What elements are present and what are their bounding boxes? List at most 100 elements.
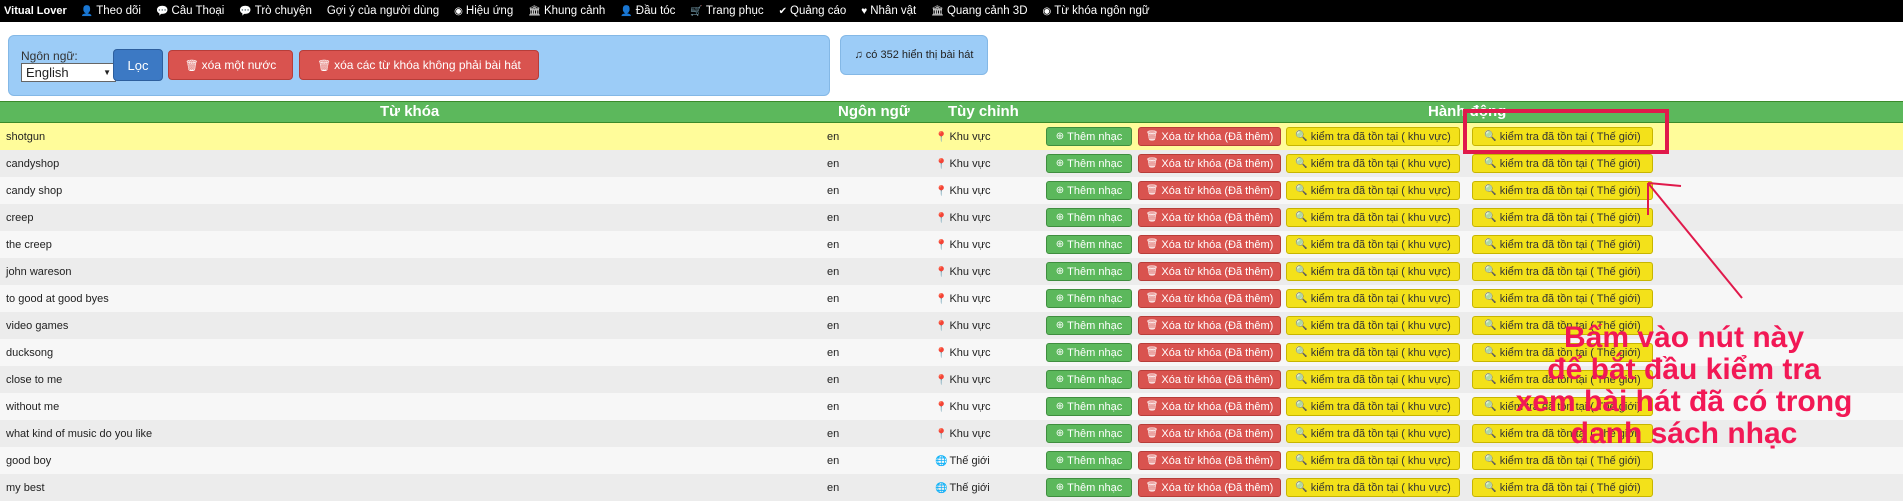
add-music-button[interactable]: ⊕ Thêm nhạc (1046, 289, 1132, 308)
delete-keyword-button[interactable]: 🗑 Xóa từ khóa (Đã thêm) (1138, 154, 1281, 173)
check-exists-region-button[interactable]: 🔍 kiểm tra đã tồn tại ( khu vực) (1286, 316, 1460, 335)
check-exists-region-button[interactable]: 🔍 kiểm tra đã tồn tại ( khu vực) (1286, 154, 1460, 173)
nav-item[interactable]: Gợi ý của người dùng (327, 5, 439, 17)
delete-country-button[interactable]: 🗑 xóa một nước (168, 50, 293, 80)
check-exists-world-button[interactable]: 🔍 kiểm tra đã tồn tại ( Thế giới) (1472, 289, 1653, 308)
add-music-button[interactable]: ⊕ Thêm nhạc (1046, 397, 1132, 416)
keyword-cell: what kind of music do you like (6, 428, 153, 440)
nav-item[interactable]: 🛒 Trang phục (690, 5, 763, 17)
nav-icon: ◉ (1042, 5, 1052, 17)
delete-keyword-button[interactable]: 🗑 Xóa từ khóa (Đã thêm) (1138, 316, 1281, 335)
check-exists-region-label: kiểm tra đã tồn tại ( khu vực) (1310, 157, 1451, 170)
delete-keyword-button[interactable]: 🗑 Xóa từ khóa (Đã thêm) (1138, 451, 1281, 470)
delete-keyword-button[interactable]: 🗑 Xóa từ khóa (Đã thêm) (1138, 208, 1281, 227)
brand-logo[interactable]: Vitual Lover (4, 5, 67, 17)
add-music-button[interactable]: ⊕ Thêm nhạc (1046, 262, 1132, 281)
delete-keyword-button[interactable]: 🗑 Xóa từ khóa (Đã thêm) (1138, 424, 1281, 443)
scope-cell: 📍 Khu vực (935, 374, 990, 386)
delete-keyword-button[interactable]: 🗑 Xóa từ khóa (Đã thêm) (1138, 262, 1281, 281)
add-music-button[interactable]: ⊕ Thêm nhạc (1046, 370, 1132, 389)
check-exists-region-label: kiểm tra đã tồn tại ( khu vực) (1310, 130, 1451, 143)
add-music-label: Thêm nhạc (1067, 184, 1123, 197)
globe-icon: 🌐 (935, 455, 948, 467)
language-select[interactable]: English ▼ (21, 63, 116, 82)
add-music-button[interactable]: ⊕ Thêm nhạc (1046, 478, 1132, 497)
delete-keyword-label: Xóa từ khóa (Đã thêm) (1161, 130, 1274, 143)
check-exists-region-label: kiểm tra đã tồn tại ( khu vực) (1310, 373, 1451, 386)
add-music-button[interactable]: ⊕ Thêm nhạc (1046, 208, 1132, 227)
check-exists-region-button[interactable]: 🔍 kiểm tra đã tồn tại ( khu vực) (1286, 451, 1460, 470)
delete-keyword-button[interactable]: 🗑 Xóa từ khóa (Đã thêm) (1138, 397, 1281, 416)
nav-item-label: Quang cảnh 3D (946, 5, 1028, 17)
trash-icon: 🗑 (1145, 293, 1159, 304)
language-cell: en (827, 185, 840, 197)
add-music-button[interactable]: ⊕ Thêm nhạc (1046, 181, 1132, 200)
add-music-button[interactable]: ⊕ Thêm nhạc (1046, 424, 1132, 443)
check-exists-region-button[interactable]: 🔍 kiểm tra đã tồn tại ( khu vực) (1286, 424, 1460, 443)
filter-button[interactable]: Lọc (113, 49, 163, 81)
nav-icon: 💬 (239, 5, 252, 17)
check-exists-region-button[interactable]: 🔍 kiểm tra đã tồn tại ( khu vực) (1286, 208, 1460, 227)
delete-keyword-button[interactable]: 🗑 Xóa từ khóa (Đã thêm) (1138, 289, 1281, 308)
delete-non-song-button[interactable]: 🗑 xóa các từ khóa không phải bài hát (299, 50, 539, 80)
check-exists-region-button[interactable]: 🔍 kiểm tra đã tồn tại ( khu vực) (1286, 289, 1460, 308)
add-music-button[interactable]: ⊕ Thêm nhạc (1046, 451, 1132, 470)
search-icon: 🔍 (1484, 293, 1497, 304)
check-exists-world-button[interactable]: 🔍 kiểm tra đã tồn tại ( Thế giới) (1472, 478, 1653, 497)
delete-keyword-button[interactable]: 🗑 Xóa từ khóa (Đã thêm) (1138, 235, 1281, 254)
nav-item-label: Trang phục (705, 5, 764, 17)
check-exists-region-button[interactable]: 🔍 kiểm tra đã tồn tại ( khu vực) (1286, 181, 1460, 200)
add-music-button[interactable]: ⊕ Thêm nhạc (1046, 343, 1132, 362)
delete-keyword-button[interactable]: 🗑 Xóa từ khóa (Đã thêm) (1138, 343, 1281, 362)
check-exists-region-button[interactable]: 🔍 kiểm tra đã tồn tại ( khu vực) (1286, 478, 1460, 497)
nav-item[interactable]: 💬 Trò chuyện (239, 5, 312, 17)
check-exists-world-button[interactable]: 🔍 kiểm tra đã tồn tại ( Thế giới) (1472, 235, 1653, 254)
nav-item[interactable]: 🏛 Khung cảnh (528, 5, 605, 17)
search-icon: 🔍 (1484, 158, 1497, 169)
trash-icon: 🗑 (1145, 455, 1159, 466)
check-exists-world-button[interactable]: 🔍 kiểm tra đã tồn tại ( Thế giới) (1472, 154, 1653, 173)
check-exists-region-button[interactable]: 🔍 kiểm tra đã tồn tại ( khu vực) (1286, 262, 1460, 281)
check-exists-world-button[interactable]: 🔍 kiểm tra đã tồn tại ( Thế giới) (1472, 208, 1653, 227)
add-music-button[interactable]: ⊕ Thêm nhạc (1046, 235, 1132, 254)
check-exists-region-button[interactable]: 🔍 kiểm tra đã tồn tại ( khu vực) (1286, 343, 1460, 362)
keyword-cell: creep (6, 212, 34, 224)
add-music-button[interactable]: ⊕ Thêm nhạc (1046, 316, 1132, 335)
check-exists-region-label: kiểm tra đã tồn tại ( khu vực) (1310, 481, 1451, 494)
scope-label: Khu vực (949, 401, 991, 413)
delete-keyword-button[interactable]: 🗑 Xóa từ khóa (Đã thêm) (1138, 127, 1281, 146)
delete-keyword-label: Xóa từ khóa (Đã thêm) (1161, 184, 1274, 197)
check-exists-region-button[interactable]: 🔍 kiểm tra đã tồn tại ( khu vực) (1286, 127, 1460, 146)
add-music-label: Thêm nhạc (1067, 157, 1123, 170)
add-music-label: Thêm nhạc (1067, 346, 1123, 359)
trash-icon: 🗑 (317, 59, 332, 72)
nav-item[interactable]: ♥ Nhân vật (861, 5, 916, 17)
nav-item[interactable]: 👤 Theo dõi (81, 5, 141, 17)
scope-label: Thế giới (949, 455, 990, 467)
check-exists-world-button[interactable]: 🔍 kiểm tra đã tồn tại ( Thế giới) (1472, 127, 1653, 146)
check-exists-world-button[interactable]: 🔍 kiểm tra đã tồn tại ( Thế giới) (1472, 181, 1653, 200)
search-icon: 🔍 (1295, 320, 1308, 331)
check-exists-region-button[interactable]: 🔍 kiểm tra đã tồn tại ( khu vực) (1286, 235, 1460, 254)
check-exists-world-label: kiểm tra đã tồn tại ( Thế giới) (1499, 238, 1641, 251)
delete-keyword-button[interactable]: 🗑 Xóa từ khóa (Đã thêm) (1138, 478, 1281, 497)
nav-item[interactable]: ◉ Hiệu ứng (454, 5, 513, 17)
nav-item[interactable]: 🏛 Quang cảnh 3D (931, 5, 1027, 17)
check-exists-region-button[interactable]: 🔍 kiểm tra đã tồn tại ( khu vực) (1286, 397, 1460, 416)
nav-item[interactable]: ◉ Từ khóa ngôn ngữ (1043, 5, 1150, 17)
add-music-button[interactable]: ⊕ Thêm nhạc (1046, 127, 1132, 146)
delete-keyword-button[interactable]: 🗑 Xóa từ khóa (Đã thêm) (1138, 370, 1281, 389)
delete-keyword-button[interactable]: 🗑 Xóa từ khóa (Đã thêm) (1138, 181, 1281, 200)
check-exists-region-button[interactable]: 🔍 kiểm tra đã tồn tại ( khu vực) (1286, 370, 1460, 389)
language-select-value: English (26, 65, 69, 80)
check-exists-world-button[interactable]: 🔍 kiểm tra đã tồn tại ( Thế giới) (1472, 451, 1653, 470)
nav-item[interactable]: 👤 Đầu tóc (620, 5, 675, 17)
scope-cell: 📍 Khu vực (935, 266, 990, 278)
scope-cell: 📍 Khu vực (935, 320, 990, 332)
add-music-button[interactable]: ⊕ Thêm nhạc (1046, 154, 1132, 173)
nav-item[interactable]: 💬 Câu Thoại (156, 5, 224, 17)
check-exists-world-label: kiểm tra đã tồn tại ( Thế giới) (1499, 211, 1641, 224)
nav-item[interactable]: ✔ Quảng cáo (779, 5, 847, 17)
language-cell: en (827, 455, 840, 467)
check-exists-world-button[interactable]: 🔍 kiểm tra đã tồn tại ( Thế giới) (1472, 262, 1653, 281)
